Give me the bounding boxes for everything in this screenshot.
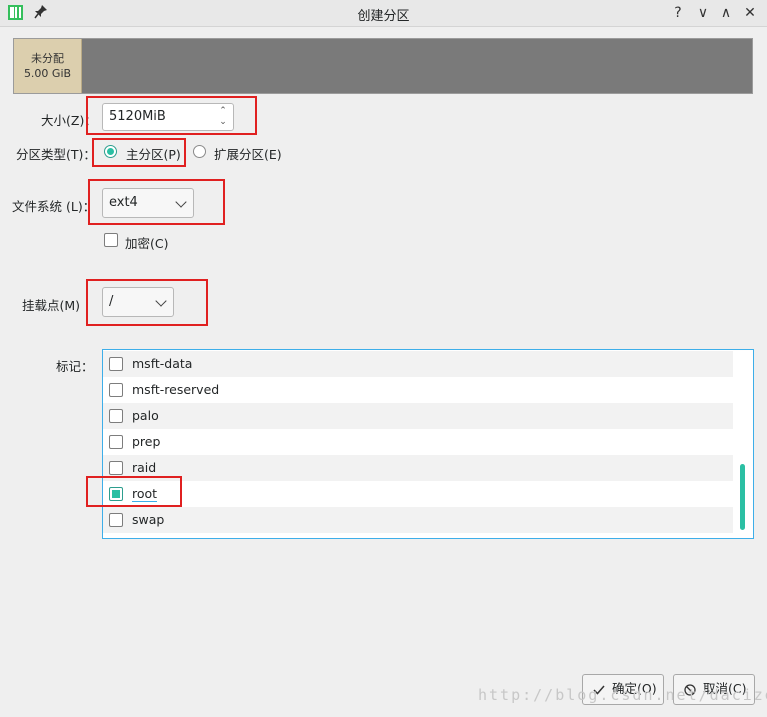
- maximize-button[interactable]: ∧: [716, 3, 736, 23]
- highlight-box-root: [86, 476, 182, 507]
- unallocated-segment[interactable]: 未分配 5.00 GiB: [14, 39, 82, 93]
- help-button[interactable]: ?: [668, 3, 688, 23]
- list-item[interactable]: swap: [103, 507, 733, 533]
- encrypt-checkbox[interactable]: [104, 233, 118, 247]
- list-item[interactable]: msft-data: [103, 351, 733, 377]
- window-title: 创建分区: [357, 9, 410, 24]
- flag-label: palo: [132, 408, 159, 423]
- extended-partition-label[interactable]: 扩展分区(E): [214, 144, 282, 163]
- list-item[interactable]: raid: [103, 455, 733, 481]
- filesystem-value: ext4: [109, 195, 138, 210]
- title-bar: 创建分区 ? ∨ ∧ ✕: [0, 0, 767, 27]
- encrypt-label[interactable]: 加密(C): [125, 233, 168, 252]
- chevron-down-icon: [175, 196, 187, 208]
- list-item[interactable]: root: [103, 481, 733, 507]
- spin-arrows-icon[interactable]: ⌃ ⌄: [217, 106, 229, 128]
- extended-partition-radio[interactable]: [193, 145, 206, 158]
- size-spinbox[interactable]: 5120MiB ⌃ ⌄: [102, 103, 234, 131]
- filesystem-label: 文件系统 (L)：: [12, 199, 96, 214]
- filesystem-combo[interactable]: ext4: [102, 188, 194, 218]
- watermark: http://blog.csdn.net/dacize1: [478, 686, 767, 704]
- primary-partition-radio[interactable]: [104, 145, 117, 158]
- flag-checkbox[interactable]: [109, 461, 123, 475]
- partition-type-label: 分区类型(T)：: [16, 147, 96, 162]
- primary-partition-label[interactable]: 主分区(P): [126, 144, 181, 163]
- mountpoint-label: 挂载点(M): [22, 298, 81, 313]
- flag-checkbox[interactable]: [109, 513, 123, 527]
- flag-label: swap: [132, 512, 165, 527]
- segment-label: 未分配: [31, 52, 64, 65]
- list-item[interactable]: prep: [103, 429, 733, 455]
- flag-checkbox[interactable]: [109, 357, 123, 371]
- list-item[interactable]: msft-reserved: [103, 377, 733, 403]
- list-scrollbar[interactable]: [740, 464, 745, 530]
- flag-label: msft-reserved: [132, 382, 220, 397]
- mountpoint-value: /: [109, 294, 114, 309]
- flag-label: msft-data: [132, 356, 193, 371]
- flag-checkbox[interactable]: [109, 435, 123, 449]
- chevron-down-icon: [155, 295, 167, 307]
- minimize-button[interactable]: ∨: [693, 3, 713, 23]
- close-button[interactable]: ✕: [740, 3, 760, 23]
- list-item[interactable]: palo: [103, 403, 733, 429]
- partition-bar[interactable]: 未分配 5.00 GiB: [13, 38, 753, 94]
- flag-checkbox[interactable]: [109, 383, 123, 397]
- mountpoint-combo[interactable]: /: [102, 287, 174, 317]
- flags-label: 标记：: [56, 359, 94, 374]
- segment-size: 5.00 GiB: [23, 67, 72, 80]
- flags-list[interactable]: msft-data msft-reserved palo prep raid r…: [102, 349, 754, 539]
- size-value: 5120MiB: [109, 109, 166, 124]
- flag-checkbox[interactable]: [109, 409, 123, 423]
- flag-label: raid: [132, 460, 157, 475]
- flag-label: prep: [132, 434, 161, 449]
